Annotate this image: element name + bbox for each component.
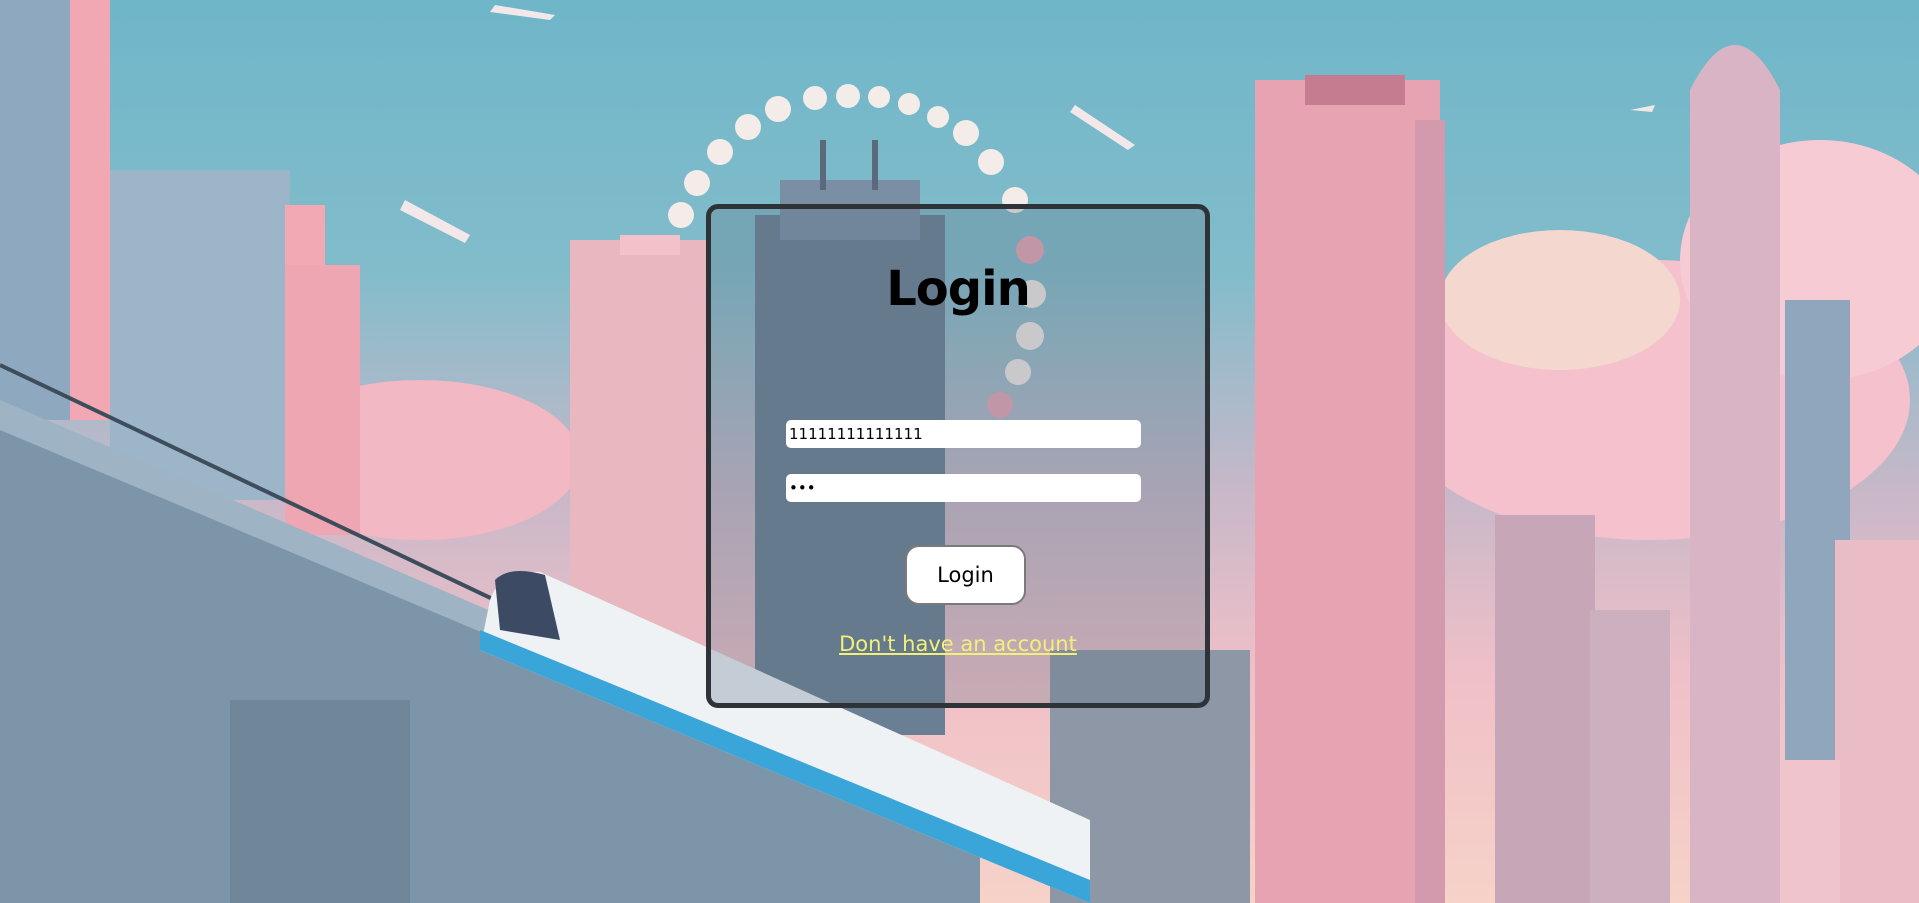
username-input[interactable]	[786, 420, 1141, 448]
login-card: Login Login Don't have an account	[706, 204, 1210, 708]
password-input[interactable]	[786, 474, 1141, 502]
login-button[interactable]: Login	[905, 545, 1026, 605]
login-title: Login	[886, 261, 1031, 317]
signup-link[interactable]: Don't have an account	[711, 632, 1205, 656]
